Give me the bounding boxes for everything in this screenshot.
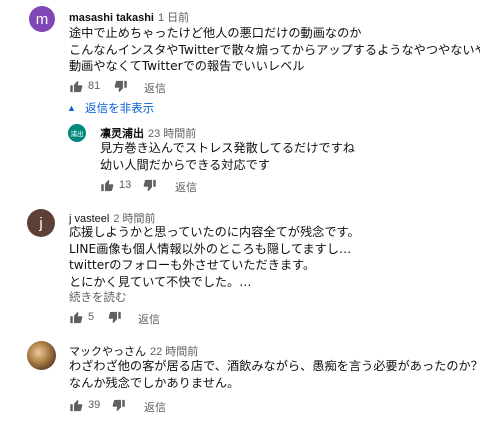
thumbs-up-icon[interactable] — [69, 310, 84, 325]
avatar-text: 浦出 — [70, 131, 84, 138]
thumbs-down-icon[interactable] — [142, 178, 157, 193]
comment-actions: 81 返信 — [69, 78, 269, 96]
hide-replies-button[interactable]: ▲ 返信を非表示 — [67, 100, 154, 116]
like-count: 5 — [88, 311, 95, 323]
thumbs-down-icon[interactable] — [107, 310, 122, 325]
comment-line: とにかく見ていて不快でした。… — [69, 274, 252, 289]
chevron-up-icon: ▲ — [67, 103, 76, 113]
avatar[interactable] — [27, 341, 56, 370]
comment-line: LINE画像も個人情報以外のところも隠してますし… — [69, 241, 352, 256]
avatar-letter: j — [39, 214, 43, 232]
comment-text: 応援しようかと思っていたのに内容全てが残念です。 LINE画像も個人情報以外のと… — [69, 224, 360, 290]
thumbs-up-icon[interactable] — [100, 178, 115, 193]
avatar[interactable]: 浦出 — [68, 124, 86, 142]
reply-button[interactable]: 返信 — [144, 80, 166, 96]
thumbs-up-icon[interactable] — [69, 398, 84, 413]
author-name[interactable]: 凛灵浦出 — [100, 128, 144, 140]
thumbs-down-icon[interactable] — [113, 79, 128, 94]
author-name[interactable]: masashi takashi — [69, 12, 154, 24]
avatar[interactable]: m — [29, 6, 55, 32]
comment-header: masashi takashi 1 日前 — [69, 9, 189, 25]
reply-button[interactable]: 返信 — [175, 179, 197, 195]
comment-line: 途中で止めちゃったけど他人の悪口だけの動画なのか — [69, 26, 362, 40]
like-count: 39 — [88, 399, 101, 411]
timestamp[interactable]: 1 日前 — [158, 12, 189, 24]
comment-line: 幼い人間だからできる対応です — [100, 157, 271, 172]
comment-actions: 13 返信 — [100, 177, 300, 195]
thumbs-down-icon[interactable] — [111, 398, 126, 413]
like-count: 13 — [119, 179, 132, 191]
comment-actions: 5 返信 — [69, 309, 269, 327]
comment-text: わざわざ他の客が居る店で、酒飲みながら、愚痴を言う必要があったのか？ なんか残念… — [69, 358, 480, 391]
timestamp[interactable]: 22 時間前 — [150, 346, 198, 358]
comment-line: 動画やなくてTwitterでの報告でいいレベル — [69, 59, 305, 73]
comment-line: 見方巻き込んでストレス発散してるだけですね — [100, 141, 355, 155]
comment-line: 応援しようかと思っていたのに内容全てが残念です。 — [69, 225, 360, 239]
comment-line: こんなんインスタやTwitterで散々煽ってからアップするようなやつやないやろ — [69, 42, 480, 57]
reply-button[interactable]: 返信 — [138, 311, 160, 327]
comment-actions: 39 返信 — [69, 397, 269, 415]
comment-header: 凛灵浦出 23 時間前 — [100, 125, 196, 141]
like-count: 81 — [88, 80, 101, 92]
avatar[interactable]: j — [27, 209, 55, 237]
thumbs-up-icon[interactable] — [69, 79, 84, 94]
hide-replies-label: 返信を非表示 — [85, 103, 155, 115]
comment-header: マックやっさん 22 時間前 — [69, 343, 198, 359]
comment-line: twitterのフォローも外させていただきます。 — [69, 258, 316, 272]
comment-text: 見方巻き込んでストレス発散してるだけですね 幼い人間だからできる対応です — [100, 140, 355, 173]
reply-button[interactable]: 返信 — [144, 399, 166, 415]
comment-line: なんか残念でしかありません。 — [69, 375, 240, 390]
comment-text: 途中で止めちゃったけど他人の悪口だけの動画なのか こんなんインスタやTwitte… — [69, 25, 480, 75]
timestamp[interactable]: 23 時間前 — [148, 128, 196, 140]
avatar-letter: m — [35, 10, 49, 28]
author-name[interactable]: マックやっさん — [69, 346, 146, 358]
read-more-button[interactable]: 続きを読む — [69, 289, 127, 305]
comment-line: わざわざ他の客が居る店で、酒飲みながら、愚痴を言う必要があったのか？ — [69, 359, 480, 373]
